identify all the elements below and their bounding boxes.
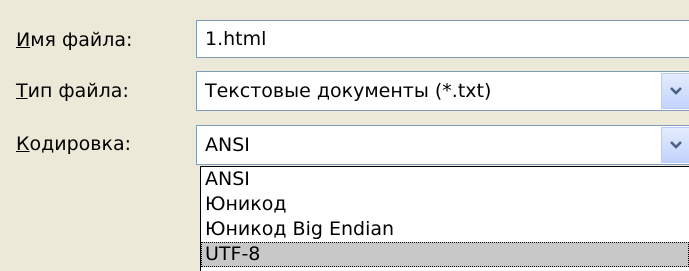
encoding-option-ansi[interactable]: ANSI — [201, 167, 689, 192]
filename-input[interactable]: 1.html — [196, 20, 689, 58]
encoding-dropdown-list: ANSI Юникод Юникод Big Endian UTF-8 — [200, 166, 689, 271]
encoding-option-unicode-big-endian[interactable]: Юникод Big Endian — [201, 217, 689, 242]
filetype-label: Тип файла: — [16, 80, 129, 102]
filetype-dropdown-button[interactable] — [661, 73, 689, 109]
filename-label: Имя файла: — [16, 29, 133, 51]
chevron-down-icon — [669, 141, 682, 149]
chevron-down-icon — [669, 87, 682, 95]
encoding-select[interactable]: ANSI — [196, 125, 689, 165]
encoding-option-unicode[interactable]: Юникод — [201, 192, 689, 217]
filetype-value: Текстовые документы (*.txt) — [205, 80, 492, 102]
encoding-option-utf8[interactable]: UTF-8 — [201, 242, 689, 267]
encoding-label: Кодировка: — [16, 133, 132, 155]
filename-value: 1.html — [205, 28, 267, 50]
encoding-value: ANSI — [205, 134, 250, 156]
encoding-dropdown-button[interactable] — [661, 127, 689, 163]
filetype-select[interactable]: Текстовые документы (*.txt) — [196, 71, 689, 111]
